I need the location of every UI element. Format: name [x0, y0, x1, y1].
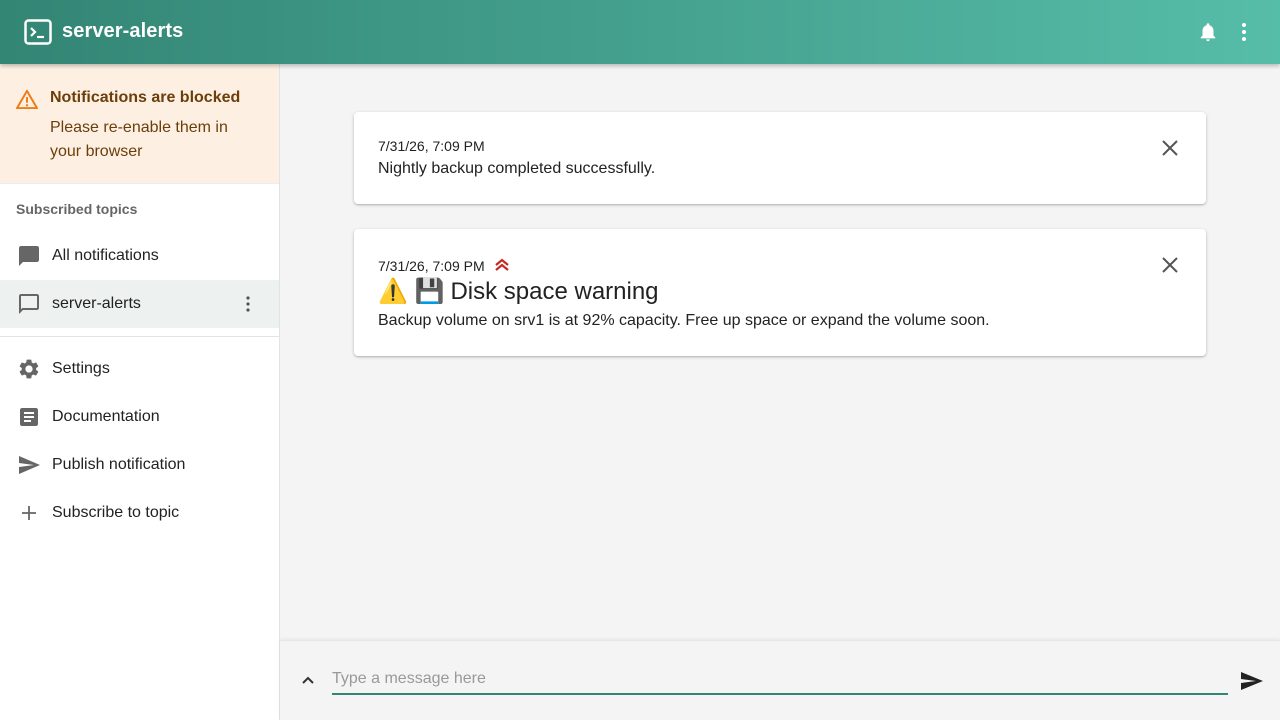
priority-high-icon — [495, 258, 509, 271]
notification-message: Nightly backup completed successfully. — [378, 160, 656, 177]
more-vert-icon[interactable] — [1236, 21, 1252, 43]
terminal-icon — [24, 19, 52, 45]
chevron-up-icon[interactable] — [300, 672, 316, 688]
send-icon[interactable] — [1240, 671, 1264, 691]
sidebar-item-subscribe[interactable]: Subscribe to topic — [0, 489, 279, 537]
notification-title-emoji: ⚠️ 💾 — [378, 278, 445, 305]
notification-card: 7/31/26, 7:09 PM ⚠️ 💾 Disk space warning… — [354, 229, 1206, 356]
alert-text: Please re-enable them in your browser — [50, 119, 228, 160]
sidebar-item-label: Publish notification — [52, 456, 186, 473]
notification-message: Backup volume on srv1 is at 92% capacity… — [378, 312, 990, 329]
app-title: server-alerts — [62, 20, 184, 42]
notification-date: 7/31/26, 7:09 PM — [378, 138, 485, 154]
sidebar-item-label: Subscribe to topic — [52, 504, 180, 521]
send-icon — [19, 456, 40, 474]
gear-icon — [19, 359, 39, 379]
close-icon[interactable] — [1160, 255, 1180, 275]
notification-title-text: Disk space warning — [450, 277, 659, 305]
sidebar-divider — [0, 336, 279, 337]
bell-icon[interactable] — [1197, 21, 1219, 43]
sidebar: Notifications are blocked Please re-enab… — [0, 64, 280, 720]
sidebar-item-server-alerts[interactable]: server-alerts — [0, 280, 279, 328]
sidebar-item-documentation[interactable]: Documentation — [0, 393, 279, 441]
sidebar-item-label: Settings — [52, 360, 110, 377]
sidebar-item-settings[interactable]: Settings — [0, 345, 279, 393]
article-icon — [20, 408, 38, 426]
notification-date: 7/31/26, 7:09 PM — [378, 258, 485, 274]
close-icon[interactable] — [1160, 138, 1180, 158]
sidebar-item-all-notifications[interactable]: All notifications — [0, 232, 279, 280]
notifications-blocked-alert: Notifications are blocked Please re-enab… — [0, 64, 279, 184]
sidebar-item-label: All notifications — [52, 247, 159, 264]
plus-icon — [22, 506, 36, 520]
app-bar: server-alerts — [0, 0, 1280, 64]
alert-title: Notifications are blocked — [50, 89, 241, 106]
warning-icon — [16, 89, 38, 109]
message-input[interactable] — [332, 667, 1228, 695]
topic-menu-icon[interactable] — [240, 294, 256, 314]
chat-icon — [19, 246, 39, 266]
subscribed-topics-label: Subscribed topics — [16, 201, 138, 217]
message-bar — [280, 640, 1280, 720]
chat-outline-icon — [19, 294, 39, 314]
sidebar-item-label: Documentation — [52, 408, 160, 425]
sidebar-item-label: server-alerts — [52, 295, 141, 312]
notification-title: ⚠️ 💾 Disk space warning — [378, 277, 659, 306]
sidebar-item-publish[interactable]: Publish notification — [0, 441, 279, 489]
notification-card: 7/31/26, 7:09 PM Nightly backup complete… — [354, 112, 1206, 204]
